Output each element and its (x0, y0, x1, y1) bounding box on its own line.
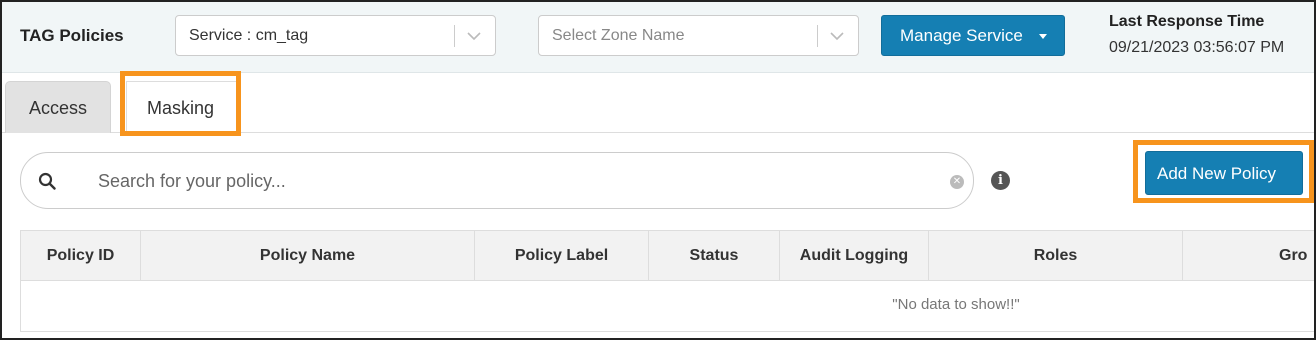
page-title: TAG Policies (20, 26, 124, 45)
caret-down-icon (1039, 34, 1047, 39)
column-header-policy-name[interactable]: Policy Name (141, 231, 475, 281)
search-icon (38, 172, 56, 190)
chevron-down-icon[interactable] (829, 28, 845, 44)
column-header-status[interactable]: Status (649, 231, 780, 281)
last-response-time: 09/21/2023 03:56:07 PM (1109, 39, 1285, 56)
zone-select[interactable]: Select Zone Name (538, 15, 859, 56)
column-header-policy-label[interactable]: Policy Label (475, 231, 649, 281)
column-header-groups[interactable]: Gro (1183, 231, 1314, 281)
manage-service-button[interactable]: Manage Service (881, 15, 1065, 56)
policy-table: Policy ID Policy Name Policy Label Statu… (20, 230, 1314, 332)
table-header: Policy ID Policy Name Policy Label Statu… (21, 231, 1314, 281)
column-header-audit-logging[interactable]: Audit Logging (780, 231, 929, 281)
tab-access-label: Access (29, 98, 88, 118)
service-select[interactable]: Service : cm_tag (175, 15, 496, 56)
add-new-policy-button[interactable]: Add New Policy (1145, 151, 1303, 195)
manage-service-label: Manage Service (900, 26, 1023, 45)
tab-access[interactable]: Access (5, 81, 111, 133)
policy-tabs: Access Masking (2, 73, 1314, 133)
add-new-policy-label: Add New Policy (1157, 164, 1277, 183)
tab-masking-label: Masking (147, 98, 215, 118)
zone-select-placeholder: Select Zone Name (552, 27, 685, 44)
info-icon[interactable]: i (991, 171, 1010, 190)
column-header-policy-id[interactable]: Policy ID (21, 231, 141, 281)
top-bar: TAG Policies Service : cm_tag Select Zon… (2, 2, 1314, 73)
last-response-label: Last Response Time (1109, 13, 1265, 30)
column-header-roles[interactable]: Roles (929, 231, 1183, 281)
policy-search-box[interactable]: ✕ (20, 152, 974, 209)
clear-search-icon[interactable]: ✕ (950, 175, 964, 189)
policy-manager-frame: TAG Policies Service : cm_tag Select Zon… (0, 0, 1316, 340)
tab-masking[interactable]: Masking (126, 81, 239, 133)
service-select-value: Service : cm_tag (189, 27, 309, 44)
empty-table-message: "No data to show!!" (892, 296, 1020, 313)
search-input[interactable] (98, 167, 938, 195)
table-body: "No data to show!!" (21, 281, 1314, 331)
chevron-down-icon[interactable] (466, 28, 482, 44)
select-separator (454, 25, 455, 47)
select-separator (817, 25, 818, 47)
